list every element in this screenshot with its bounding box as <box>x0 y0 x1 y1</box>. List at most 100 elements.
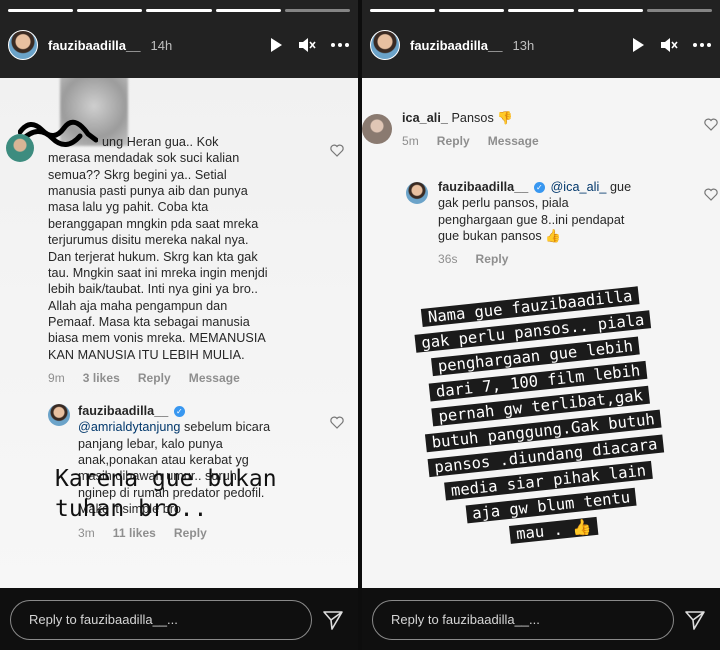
comment-time: 9m <box>48 371 65 386</box>
progress-segment <box>646 9 713 12</box>
comment-time: 5m <box>402 134 419 149</box>
comment-line: @amrialdytanjung sebelum bicara <box>78 419 338 435</box>
comment-likes[interactable]: 11 likes <box>113 526 156 542</box>
comment-line: beranggapan mngkin pda saat mreka <box>48 216 259 231</box>
story-caption: Karena gue bukan tuhan bro.. <box>55 464 355 524</box>
avatar[interactable] <box>370 30 400 60</box>
progress-segment <box>508 9 574 12</box>
comment-line: gue bukan pansos 👍 <box>438 229 562 244</box>
reply-avatar[interactable] <box>48 404 70 426</box>
reply-header-line: fauzibaadilla__ ✓ <box>78 403 338 419</box>
story-time: 13h <box>512 37 535 53</box>
comment-line: gak perlu pansos, piala <box>438 196 569 211</box>
comment-meta: 3m 11 likes Reply <box>78 526 338 542</box>
progress-segment <box>77 9 143 12</box>
verified-icon: ✓ <box>533 182 545 193</box>
story-username[interactable]: fauzibaadilla__ <box>48 38 140 53</box>
comment-line: biasa mem vonis mreka. MEMANUSIA <box>48 331 266 346</box>
story-header: fauzibaadilla__ 13h <box>362 0 720 78</box>
comment-username[interactable]: ica_ali_ <box>402 111 448 125</box>
comment-line: terjurumus disitu mereka nakal nya. <box>48 233 249 248</box>
comment-time: 3m <box>78 525 95 540</box>
story-user-row: fauzibaadilla__ 14h <box>8 28 350 62</box>
verified-icon: ✓ <box>173 406 185 417</box>
comment-line: KAN MANUSIA ITU LEBIH MULIA. <box>48 347 245 362</box>
progress-segment <box>215 9 281 12</box>
reply-bar: Reply to fauzibaadilla__... <box>0 588 358 650</box>
mention-link[interactable]: @amrialdytanjung <box>78 420 181 434</box>
story-header: fauzibaadilla__ 14h <box>0 0 358 78</box>
story-right: fauzibaadilla__ 13h ica_ali_ Pansos 👎 5m… <box>362 0 720 650</box>
mute-icon[interactable] <box>660 37 678 53</box>
more-icon[interactable] <box>330 42 350 48</box>
reply-username[interactable]: fauzibaadilla__ <box>438 180 528 194</box>
caption-line: tuhan bro.. <box>55 496 208 522</box>
story-time: 14h <box>150 37 173 53</box>
comment-line-text: sebelum bicara <box>180 420 271 435</box>
comment-line: penghargaan gue 8..ini pendapat <box>438 212 625 227</box>
message-button[interactable]: Message <box>488 134 539 150</box>
progress-segment <box>370 9 436 12</box>
progress-segment <box>8 9 74 12</box>
mention-link[interactable]: @ica_ali_ <box>550 180 606 194</box>
progress-segment <box>577 9 643 12</box>
commenter-avatar[interactable] <box>362 114 392 144</box>
comment-line: Dan terjerat hukum. Skrg kan kta gak <box>48 249 258 264</box>
story-left: fauzibaadilla__ 14h ung Heran gua.. Kok … <box>0 0 358 650</box>
reply-avatar[interactable] <box>406 182 428 204</box>
comment-meta: 5m Reply Message <box>402 134 692 150</box>
reply-button[interactable]: Reply <box>476 252 509 268</box>
comment-line: manusia pasti punya aib dan punya <box>48 184 248 199</box>
comment-line: ica_ali_ Pansos 👎 <box>402 110 692 126</box>
heart-icon[interactable] <box>704 118 718 131</box>
comment-line-text: gue <box>609 180 632 194</box>
avatar[interactable] <box>8 30 38 60</box>
story-username[interactable]: fauzibaadilla__ <box>410 38 502 53</box>
reply-button[interactable]: Reply <box>138 371 171 387</box>
reply-input[interactable]: Reply to fauzibaadilla__... <box>372 600 674 640</box>
comment-line: Pemaaf. Masa kta sebagai manusia <box>48 314 250 329</box>
reply-input[interactable]: Reply to fauzibaadilla__... <box>10 600 312 640</box>
comment-line: lebih baik/taubat. Inti nya gini ya bro.… <box>48 282 258 297</box>
comment-line: tau. Mngkin saat ini mreka ingin menjdi <box>48 265 268 280</box>
reply-button[interactable]: Reply <box>174 526 207 542</box>
reply-username[interactable]: fauzibaadilla__ <box>78 404 168 418</box>
play-icon[interactable] <box>630 37 646 53</box>
comment-line: fauzibaadilla__ ✓ @ica_ali_ gue <box>438 179 708 195</box>
story-content: ica_ali_ Pansos 👎 5m Reply Message fauzi… <box>362 78 720 588</box>
comment-likes[interactable]: 3 likes <box>83 371 120 387</box>
story-progress <box>8 9 351 12</box>
commenter-avatar[interactable] <box>6 134 34 162</box>
comment-line: panjang lebar, kalo punya <box>78 436 223 451</box>
send-icon[interactable] <box>684 609 706 631</box>
more-icon[interactable] <box>692 42 712 48</box>
progress-segment <box>439 9 505 12</box>
story-text-label: Nama gue fauzibaadilla gak perlu pansos.… <box>362 277 720 561</box>
reply-comment-body: fauzibaadilla__ ✓ @ica_ali_ gue gak perl… <box>438 179 708 268</box>
comment-meta: 36s Reply <box>438 252 708 268</box>
story-user-row: fauzibaadilla__ 13h <box>370 28 712 62</box>
comment-line: semua?? Skrg begini ya.. Setial <box>48 167 227 182</box>
story-progress <box>370 9 713 12</box>
send-icon[interactable] <box>322 609 344 631</box>
heart-icon[interactable] <box>330 144 344 157</box>
comment-body: ica_ali_ Pansos 👎 5m Reply Message <box>402 110 692 150</box>
comment-line: merasa mendadak sok suci kalian <box>48 151 240 166</box>
mute-icon[interactable] <box>298 37 316 53</box>
message-button[interactable]: Message <box>189 371 240 387</box>
heart-icon[interactable] <box>704 188 718 201</box>
play-icon[interactable] <box>268 37 284 53</box>
heart-icon[interactable] <box>330 416 344 429</box>
comment-line: Allah aja maha pengampun dan <box>48 298 228 313</box>
comment-body: ung Heran gua.. Kok merasa mendadak sok … <box>48 134 328 387</box>
caption-line: Karena gue bukan <box>55 466 277 492</box>
reply-button[interactable]: Reply <box>437 134 470 150</box>
comment-line: masa lalu yg pahit. Coba kta <box>48 200 209 215</box>
label-line-text: mau . 👍 <box>509 516 599 544</box>
comment-line: ung Heran gua.. Kok <box>102 135 219 149</box>
comment-time: 36s <box>438 252 458 267</box>
comment-meta: 9m 3 likes Reply Message <box>48 371 328 387</box>
progress-segment <box>284 9 351 12</box>
progress-segment <box>146 9 212 12</box>
comment-text: Pansos 👎 <box>451 111 514 125</box>
